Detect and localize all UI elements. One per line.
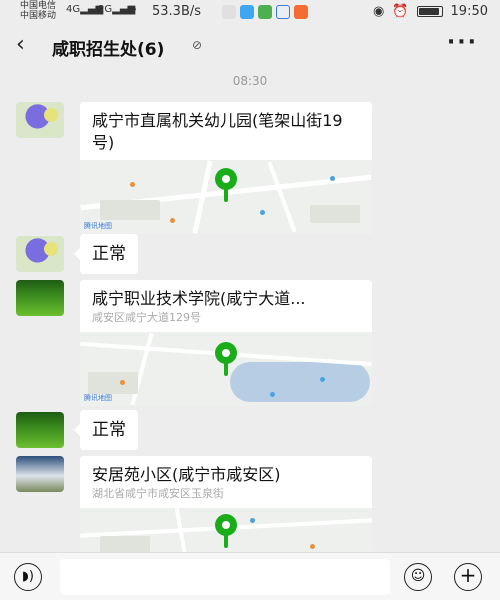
map-poi	[320, 377, 325, 382]
map-block	[100, 200, 160, 220]
status-bar: 中国电信 中国移动 4G▂▄▆ 2G▂▄▆ ◠ 53.3B/s ◉ ⏰ 19:5…	[0, 0, 500, 24]
location-message[interactable]: 咸宁市直属机关幼儿园(笔架山街19号) 腾讯地图	[80, 102, 372, 234]
location-name: 咸宁市直属机关幼儿园(笔架山街19号)	[92, 111, 343, 152]
app-icon	[258, 5, 272, 19]
carrier-1: 中国电信	[20, 1, 57, 11]
back-button[interactable]: ‹	[16, 32, 38, 58]
location-address: 湖北省咸宁市咸安区玉泉街	[92, 487, 224, 500]
back-icon: ‹	[16, 32, 25, 57]
clock: 19:50	[450, 4, 488, 19]
map-poi	[170, 218, 175, 223]
more-button[interactable]: ···	[447, 30, 478, 55]
map-poi	[330, 176, 335, 181]
map-brand: 腾讯地图	[84, 222, 112, 230]
location-pin-icon	[215, 514, 237, 548]
map-block	[88, 372, 138, 394]
map-poi	[310, 544, 315, 549]
map-preview	[80, 508, 372, 552]
avatar[interactable]	[16, 102, 64, 138]
avatar[interactable]	[16, 236, 64, 272]
carrier-2: 中国移动	[20, 11, 57, 21]
location-address: 咸安区咸宁大道129号	[92, 311, 201, 324]
battery-fill	[418, 8, 439, 15]
map-poi	[130, 182, 135, 187]
plus-icon[interactable]: +	[454, 563, 482, 591]
map-poi	[260, 210, 265, 215]
map-brand: 腾讯地图	[84, 394, 112, 402]
message-text: 正常	[92, 420, 126, 440]
app-icon	[276, 5, 290, 19]
avatar[interactable]	[16, 456, 64, 492]
text-message[interactable]: 正常	[74, 410, 138, 450]
location-pin-icon	[215, 342, 237, 376]
location-name: 安居苑小区(咸宁市咸安区)	[92, 465, 281, 484]
location-message[interactable]: 安居苑小区(咸宁市咸安区) 湖北省咸宁市咸安区玉泉街	[80, 456, 372, 552]
avatar[interactable]	[16, 280, 64, 316]
map-poi	[250, 518, 255, 523]
location-pin-icon	[215, 168, 237, 202]
map-preview: 腾讯地图	[80, 332, 372, 406]
location-message[interactable]: 咸宁职业技术学院(咸宁大道... 咸安区咸宁大道129号 腾讯地图	[80, 280, 372, 406]
avatar[interactable]	[16, 412, 64, 448]
app-icon	[222, 5, 236, 19]
location-name: 咸宁职业技术学院(咸宁大道...	[92, 289, 306, 308]
chat-title: 咸职招生处(6)	[52, 40, 165, 60]
map-poi	[120, 380, 125, 385]
status-right: ◉ ⏰ 19:50	[373, 4, 488, 19]
eye-icon: ◉	[373, 4, 385, 19]
message-input[interactable]	[60, 559, 390, 595]
network-speed: 53.3B/s	[152, 4, 202, 19]
message-timestamp: 08:30	[232, 74, 268, 88]
emoji-icon[interactable]: ☺	[404, 563, 432, 591]
message-text: 正常	[92, 244, 126, 264]
app-notification-icons	[222, 5, 308, 19]
input-bar: ◗) ☺ +	[0, 552, 500, 600]
app-icon	[294, 5, 308, 19]
map-block	[310, 205, 360, 223]
more-icon: ···	[446, 30, 478, 55]
alarm-icon: ⏰	[392, 4, 409, 19]
map-water	[230, 362, 370, 402]
map-road	[267, 161, 297, 233]
title-bar: ‹ 咸职招生处(6) ⊘ ···	[0, 24, 500, 68]
text-message[interactable]: 正常	[74, 234, 138, 274]
map-preview: 腾讯地图	[80, 160, 372, 234]
signal-type-1: 4G	[66, 4, 81, 15]
mute-icon: ⊘	[192, 38, 203, 52]
map-block	[100, 536, 150, 552]
map-road	[130, 332, 154, 406]
wifi-icon: ◠	[127, 3, 137, 16]
carrier-labels: 中国电信 中国移动	[20, 1, 56, 21]
voice-icon[interactable]: ◗)	[14, 563, 42, 591]
signal-type-2: 2G	[98, 4, 113, 15]
app-icon	[240, 5, 254, 19]
battery-icon	[416, 6, 443, 17]
map-poi	[270, 392, 275, 397]
